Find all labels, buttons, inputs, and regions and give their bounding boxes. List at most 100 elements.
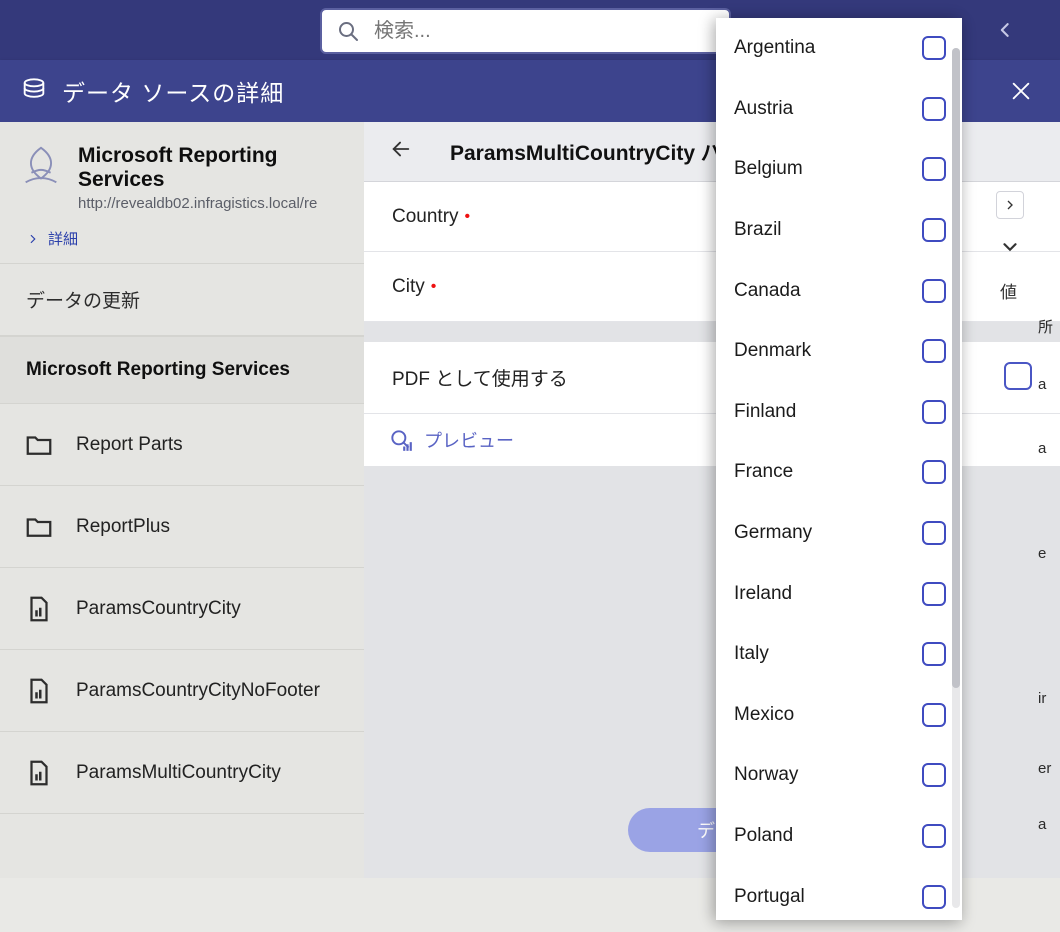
required-dot-icon: • [465,208,471,226]
country-option-label: Argentina [734,37,815,59]
country-option-label: Italy [734,643,769,665]
chevron-right-icon[interactable] [996,191,1024,219]
checkbox[interactable] [922,279,946,303]
folder-icon [24,430,54,460]
peek-text: a [1038,440,1046,457]
database-icon [20,77,48,105]
data-refresh-row[interactable]: データの更新 [0,264,364,336]
country-dropdown-popover: Argentina Austria Belgium Brazil Canada Denma… [716,18,962,920]
collapse-controls [960,182,1060,272]
sql-server-icon [18,144,64,190]
checkbox[interactable] [922,582,946,606]
close-icon[interactable] [1010,80,1032,107]
country-option[interactable]: Ireland [716,563,962,624]
datasource-panel: Microsoft Reporting Services http://reve… [0,122,364,878]
country-option[interactable]: Norway [716,745,962,806]
report-icon [24,676,54,706]
checkbox[interactable] [922,763,946,787]
refresh-label: データの更新 [26,291,140,312]
list-item-label: ParamsCountryCityNoFooter [76,680,320,702]
list-item-label: ParamsCountryCity [76,598,241,620]
checkbox[interactable] [922,703,946,727]
peek-text: e [1038,545,1046,562]
checkbox[interactable] [922,460,946,484]
provider-label: Microsoft Reporting Services [26,359,290,380]
checkbox[interactable] [922,824,946,848]
report-icon [24,758,54,788]
checkbox[interactable] [922,157,946,181]
datasource-header: Microsoft Reporting Services http://reve… [0,122,364,216]
country-option[interactable]: Poland [716,806,962,867]
country-option-label: Belgium [734,158,803,180]
list-item[interactable]: Report Parts [0,404,364,486]
country-option[interactable]: Austria [716,79,962,140]
top-back-button[interactable] [990,14,1022,46]
list-item-label: ParamsMultiCountryCity [76,762,281,784]
checkbox[interactable] [922,885,946,909]
list-item[interactable]: ParamsMultiCountryCity [0,732,364,814]
back-button[interactable] [390,138,412,165]
datasource-name: Microsoft Reporting Services [78,144,346,192]
country-option[interactable]: Germany [716,503,962,564]
checkbox[interactable] [922,642,946,666]
peek-text: er [1038,760,1051,777]
country-option-label: Ireland [734,583,792,605]
checkbox[interactable] [922,36,946,60]
country-option[interactable]: Belgium [716,139,962,200]
checkbox[interactable] [922,218,946,242]
country-option-label: Norway [734,764,798,786]
param-label: City [392,276,425,298]
country-option-label: Denmark [734,340,811,362]
country-option[interactable]: France [716,442,962,503]
value-column-header: 値 [1000,278,1017,303]
country-option-label: Finland [734,401,796,423]
search-icon [336,19,360,43]
list-item-label: ReportPlus [76,516,170,538]
country-option[interactable]: Mexico [716,685,962,746]
report-icon [24,594,54,624]
preview-icon [388,427,414,453]
datasource-url: http://revealdb02.infragistics.local/re [78,195,346,212]
parameters-title: ParamsMultiCountryCity パラ [450,137,743,167]
scrollbar-thumb[interactable] [952,48,960,688]
checkbox[interactable] [922,97,946,121]
checkbox[interactable] [922,339,946,363]
country-option[interactable]: Brazil [716,200,962,261]
datasource-details-link[interactable]: 詳細 [0,216,364,264]
country-option[interactable]: Denmark [716,321,962,382]
peek-text: 所 [1038,316,1053,337]
param-label: PDF として使用する [392,364,568,391]
country-option-label: France [734,461,793,483]
country-option-label: Portugal [734,886,805,908]
country-option-label: Mexico [734,704,794,726]
required-dot-icon: • [431,278,437,296]
list-item[interactable]: ParamsCountryCityNoFooter [0,650,364,732]
peek-text: a [1038,816,1046,833]
peek-text: a [1038,376,1046,393]
list-item-label: Report Parts [76,434,183,456]
chevron-down-icon[interactable] [999,236,1021,263]
details-label: 詳細 [48,228,78,249]
preview-label: プレビュー [424,427,514,453]
country-option-label: Canada [734,280,801,302]
checkbox[interactable] [922,400,946,424]
search-box[interactable] [320,8,731,54]
country-option[interactable]: Portugal [716,866,962,920]
param-label: Country [392,206,459,228]
provider-title: Microsoft Reporting Services [0,336,364,404]
search-input[interactable] [374,20,715,43]
list-item[interactable]: ParamsCountryCity [0,568,364,650]
country-option[interactable]: Argentina [716,18,962,79]
value-checkbox[interactable] [1004,362,1032,390]
list-item[interactable]: ReportPlus [0,486,364,568]
country-option[interactable]: Canada [716,260,962,321]
country-option-label: Germany [734,522,812,544]
country-option-label: Austria [734,98,793,120]
checkbox[interactable] [922,521,946,545]
modal-title: データ ソースの詳細 [62,74,284,108]
peek-text: ir [1038,690,1046,707]
country-option[interactable]: Italy [716,624,962,685]
country-option[interactable]: Finland [716,382,962,443]
folder-icon [24,512,54,542]
country-option-label: Brazil [734,219,782,241]
